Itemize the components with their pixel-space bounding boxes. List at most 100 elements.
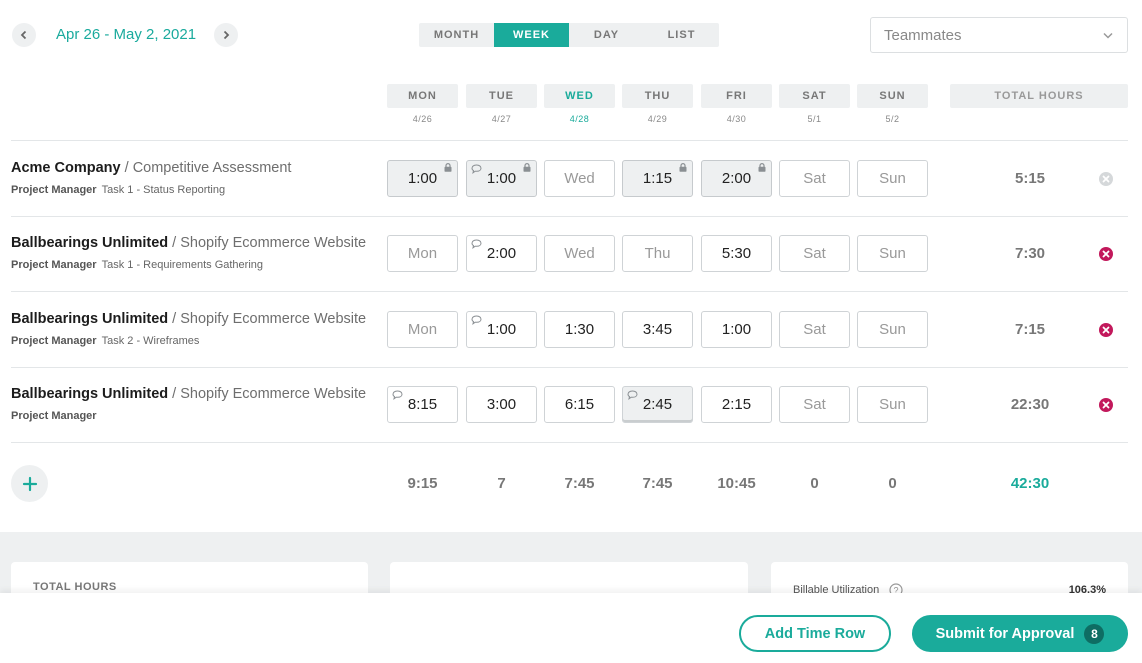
time-cell-mon[interactable]: Mon [387,311,458,348]
time-cell-tue[interactable]: 3:00 [466,386,537,423]
time-value: 2:15 [721,396,752,413]
day-label: MON [387,84,458,108]
time-value: 6:15 [564,396,595,413]
time-cell-fri[interactable]: 5:30 [701,235,772,272]
day-total-thu: 7:45 [642,475,673,492]
separator: / [168,311,181,327]
time-cell-thu[interactable]: 3:45 [622,311,693,348]
day-label: WED [544,84,615,108]
row-subtitle: Project Manager Task 1 - Status Reporting [11,184,225,196]
time-cell-wed[interactable]: 6:15 [544,386,615,423]
time-cell-thu[interactable]: 2:45 [622,386,693,423]
time-cell-tue[interactable]: 1:00 [466,160,537,197]
comment-icon[interactable] [627,390,638,400]
time-value: Wed [564,245,595,262]
total-hours-header: TOTAL HOURS [950,84,1128,108]
tab-list[interactable]: LIST [644,23,719,47]
time-cell-thu[interactable]: Thu [622,235,693,272]
timesheet-page: Apr 26 - May 2, 2021 MONTH WEEK DAY LIST… [0,0,1142,663]
next-week-button[interactable] [214,23,238,47]
time-cell-fri[interactable]: 1:00 [701,311,772,348]
plus-icon [22,476,37,491]
time-value: 3:00 [486,396,517,413]
comment-icon[interactable] [471,315,482,325]
time-cell-mon[interactable]: 8:15 [387,386,458,423]
time-cell-sun[interactable]: Sun [857,160,928,197]
time-cell-mon[interactable]: Mon [387,235,458,272]
time-cell-fri[interactable]: 2:15 [701,386,772,423]
teammates-select[interactable]: Teammates [870,17,1128,53]
day-total-tue: 7 [497,475,506,492]
time-cell-sat[interactable]: Sat [779,160,850,197]
row-total: 7:30 [1014,245,1046,262]
time-cell-sun[interactable]: Sun [857,311,928,348]
tab-day[interactable]: DAY [569,23,644,47]
time-cell-mon[interactable]: 1:00 [387,160,458,197]
day-date: 4/28 [569,114,590,124]
time-value: Sat [803,396,826,413]
role-label: Project Manager [11,410,97,422]
remove-row-icon[interactable] [1099,247,1113,261]
divider [11,442,1128,443]
time-cell-sun[interactable]: Sun [857,235,928,272]
day-header-tue: TUE 4/27 [466,84,537,124]
row-title: Acme Company / Competitive Assessment [11,160,291,176]
comment-icon[interactable] [471,239,482,249]
tab-month[interactable]: MONTH [419,23,494,47]
time-cell-wed[interactable]: 1:30 [544,311,615,348]
time-cell-wed[interactable]: Wed [544,235,615,272]
separator: / [120,160,133,176]
project-name: Shopify Ecommerce Website [180,235,367,251]
add-row-icon-button[interactable] [11,465,48,502]
teammates-placeholder: Teammates [884,26,962,44]
time-value: Sat [803,245,826,262]
time-cell-tue[interactable]: 1:00 [466,311,537,348]
previous-week-button[interactable] [12,23,36,47]
time-value: Thu [644,245,671,262]
chevron-down-icon [1103,32,1113,39]
time-value: Sun [879,170,906,187]
day-header-thu: THU 4/29 [622,84,693,124]
row-total: 7:15 [1014,321,1046,338]
separator: / [168,235,181,251]
time-cell-sat[interactable]: Sat [779,311,850,348]
comment-icon[interactable] [392,390,403,400]
row-subtitle: Project Manager Task 2 - Wireframes [11,335,199,347]
time-value: Sun [879,396,906,413]
submit-count-badge: 8 [1084,623,1105,644]
row-total: 5:15 [1014,170,1046,187]
day-header-sun: SUN 5/2 [857,84,928,124]
submit-for-approval-button[interactable]: Submit for Approval 8 [912,615,1128,652]
day-total-mon: 9:15 [407,475,438,492]
task-label: Task 2 - Wireframes [101,335,200,347]
time-cell-tue[interactable]: 2:00 [466,235,537,272]
time-value: Wed [564,170,595,187]
time-cell-sat[interactable]: Sat [779,386,850,423]
client-name: Ballbearings Unlimited [11,235,169,251]
submit-label: Submit for Approval [935,625,1075,642]
day-header-fri: FRI 4/30 [701,84,772,124]
day-label: THU [622,84,693,108]
lock-icon [758,163,766,172]
time-value: 1:00 [486,170,517,187]
lock-icon [444,163,452,172]
divider [11,140,1128,141]
remove-row-icon [1099,172,1113,186]
task-label: Task 1 - Requirements Gathering [101,259,264,271]
day-total-sun: 0 [888,475,897,492]
time-cell-sun[interactable]: Sun [857,386,928,423]
comment-icon[interactable] [471,164,482,174]
time-cell-thu[interactable]: 1:15 [622,160,693,197]
remove-row-icon[interactable] [1099,398,1113,412]
role-label: Project Manager [11,184,97,196]
tab-week[interactable]: WEEK [494,23,569,47]
lock-icon [679,163,687,172]
time-value: 1:30 [564,321,595,338]
remove-row-icon[interactable] [1099,323,1113,337]
time-cell-wed[interactable]: Wed [544,160,615,197]
chevron-right-icon [223,30,230,40]
time-cell-fri[interactable]: 2:00 [701,160,772,197]
add-time-row-button[interactable]: Add Time Row [739,615,891,652]
time-cell-sat[interactable]: Sat [779,235,850,272]
divider [11,216,1128,217]
